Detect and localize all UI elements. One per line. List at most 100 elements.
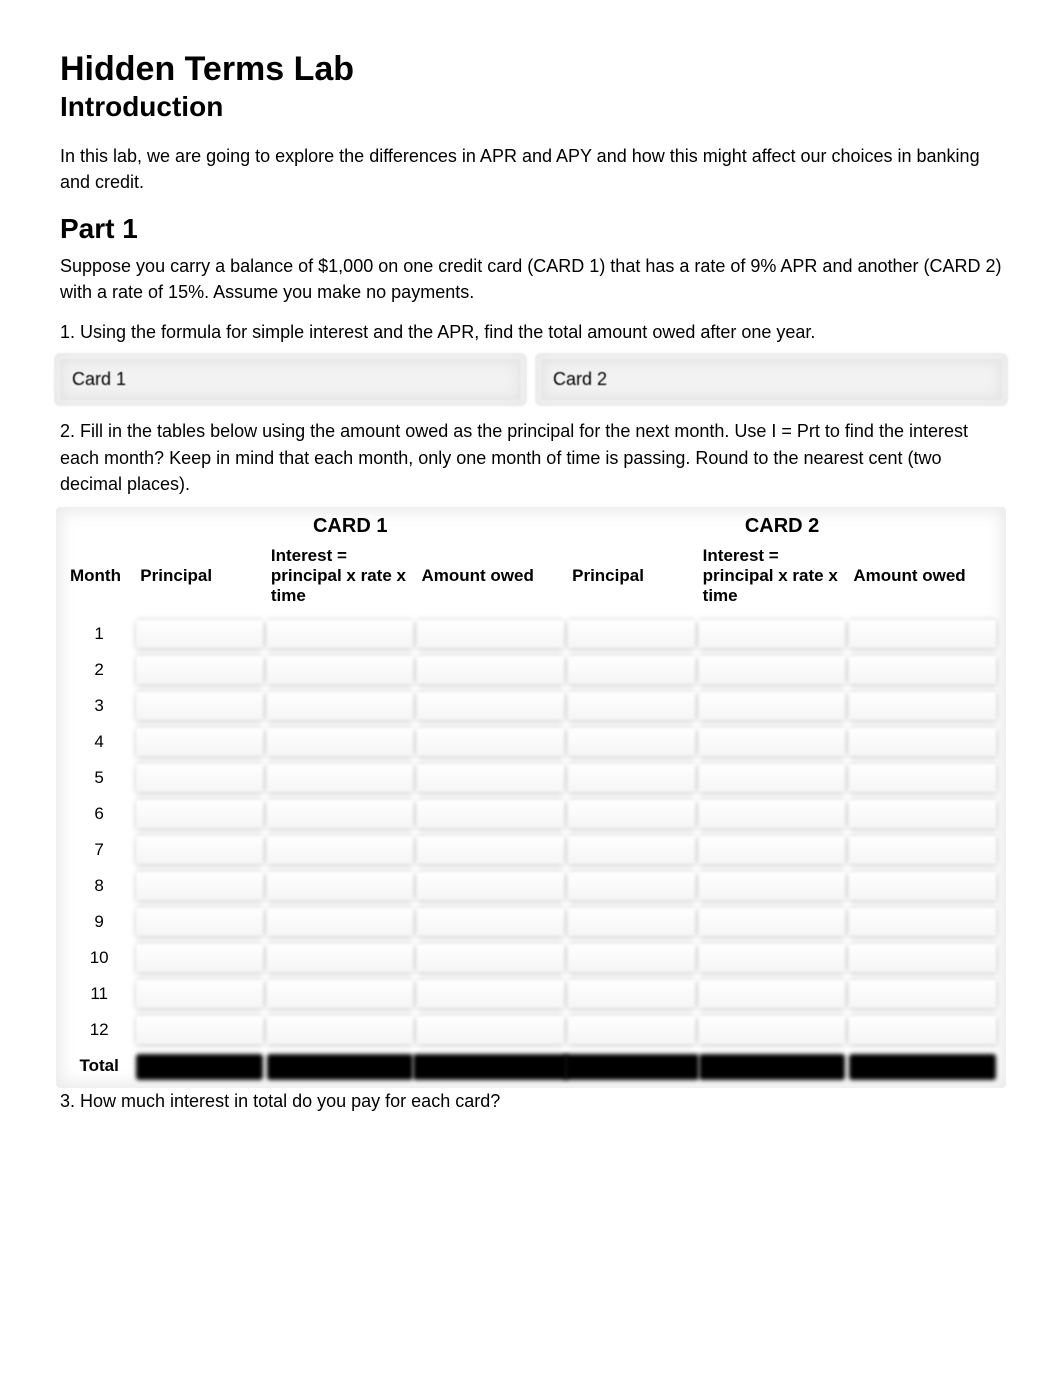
data-cell[interactable] bbox=[566, 940, 697, 976]
total-cell bbox=[134, 1048, 265, 1084]
month-cell: 7 bbox=[64, 832, 134, 868]
data-cell[interactable] bbox=[265, 940, 416, 976]
data-cell[interactable] bbox=[847, 904, 998, 940]
data-cell[interactable] bbox=[265, 868, 416, 904]
data-cell[interactable] bbox=[415, 724, 566, 760]
data-cell[interactable] bbox=[847, 832, 998, 868]
data-cell[interactable] bbox=[847, 976, 998, 1012]
table-row: 1 bbox=[64, 616, 998, 652]
data-cell[interactable] bbox=[697, 832, 848, 868]
data-cell[interactable] bbox=[697, 904, 848, 940]
data-cell[interactable] bbox=[566, 904, 697, 940]
data-cell[interactable] bbox=[415, 832, 566, 868]
data-cell[interactable] bbox=[415, 652, 566, 688]
data-cell[interactable] bbox=[265, 652, 416, 688]
card2-answer-field[interactable]: Card 2 bbox=[541, 359, 1002, 400]
interest-table: CARD 1 CARD 2 Month Principal Interest =… bbox=[64, 511, 998, 1084]
data-cell[interactable] bbox=[697, 688, 848, 724]
col-interest-2: Interest = principal x rate x time bbox=[697, 540, 848, 616]
total-row: Total bbox=[64, 1048, 998, 1084]
data-cell[interactable] bbox=[134, 616, 265, 652]
data-cell[interactable] bbox=[697, 724, 848, 760]
data-cell[interactable] bbox=[697, 1012, 848, 1048]
data-cell[interactable] bbox=[566, 976, 697, 1012]
data-cell[interactable] bbox=[847, 616, 998, 652]
month-cell: 4 bbox=[64, 724, 134, 760]
data-cell[interactable] bbox=[847, 1012, 998, 1048]
intro-paragraph: In this lab, we are going to explore the… bbox=[60, 143, 1002, 195]
data-cell[interactable] bbox=[265, 616, 416, 652]
data-cell[interactable] bbox=[566, 760, 697, 796]
table-row: 5 bbox=[64, 760, 998, 796]
data-cell[interactable] bbox=[265, 904, 416, 940]
data-cell[interactable] bbox=[697, 760, 848, 796]
month-cell: 5 bbox=[64, 760, 134, 796]
data-cell[interactable] bbox=[697, 976, 848, 1012]
month-cell: 12 bbox=[64, 1012, 134, 1048]
data-cell[interactable] bbox=[566, 1012, 697, 1048]
data-cell[interactable] bbox=[134, 1012, 265, 1048]
question-2: 2. Fill in the tables below using the am… bbox=[60, 418, 1002, 496]
data-cell[interactable] bbox=[134, 652, 265, 688]
data-cell[interactable] bbox=[847, 940, 998, 976]
month-cell: 10 bbox=[64, 940, 134, 976]
data-cell[interactable] bbox=[265, 688, 416, 724]
data-cell[interactable] bbox=[265, 724, 416, 760]
data-cell[interactable] bbox=[697, 868, 848, 904]
data-cell[interactable] bbox=[847, 724, 998, 760]
data-cell[interactable] bbox=[697, 652, 848, 688]
data-cell[interactable] bbox=[134, 868, 265, 904]
data-cell[interactable] bbox=[847, 868, 998, 904]
month-cell: 1 bbox=[64, 616, 134, 652]
group-card2: CARD 2 bbox=[566, 511, 998, 540]
data-cell[interactable] bbox=[265, 796, 416, 832]
data-cell[interactable] bbox=[415, 1012, 566, 1048]
data-cell[interactable] bbox=[415, 760, 566, 796]
data-cell[interactable] bbox=[134, 760, 265, 796]
data-cell[interactable] bbox=[847, 652, 998, 688]
data-cell[interactable] bbox=[134, 940, 265, 976]
data-cell[interactable] bbox=[566, 724, 697, 760]
month-cell: 6 bbox=[64, 796, 134, 832]
data-cell[interactable] bbox=[134, 832, 265, 868]
data-cell[interactable] bbox=[134, 724, 265, 760]
data-cell[interactable] bbox=[415, 688, 566, 724]
data-cell[interactable] bbox=[566, 868, 697, 904]
table-row: 8 bbox=[64, 868, 998, 904]
col-amount-2: Amount owed bbox=[847, 540, 998, 616]
total-cell bbox=[415, 1048, 566, 1084]
data-cell[interactable] bbox=[265, 760, 416, 796]
data-cell[interactable] bbox=[566, 832, 697, 868]
data-cell[interactable] bbox=[697, 796, 848, 832]
data-cell[interactable] bbox=[566, 796, 697, 832]
data-cell[interactable] bbox=[566, 652, 697, 688]
answer-row: Card 1 Card 2 bbox=[60, 359, 1002, 400]
data-cell[interactable] bbox=[134, 976, 265, 1012]
month-cell: 9 bbox=[64, 904, 134, 940]
data-cell[interactable] bbox=[415, 796, 566, 832]
data-cell[interactable] bbox=[847, 760, 998, 796]
col-amount-1: Amount owed bbox=[415, 540, 566, 616]
data-cell[interactable] bbox=[415, 904, 566, 940]
data-cell[interactable] bbox=[697, 940, 848, 976]
data-cell[interactable] bbox=[134, 796, 265, 832]
data-cell[interactable] bbox=[134, 688, 265, 724]
data-cell[interactable] bbox=[847, 796, 998, 832]
data-cell[interactable] bbox=[697, 616, 848, 652]
month-cell: 2 bbox=[64, 652, 134, 688]
interest-table-wrap: CARD 1 CARD 2 Month Principal Interest =… bbox=[60, 511, 1002, 1084]
data-cell[interactable] bbox=[265, 976, 416, 1012]
data-cell[interactable] bbox=[134, 904, 265, 940]
card1-answer-field[interactable]: Card 1 bbox=[60, 359, 521, 400]
total-cell bbox=[566, 1048, 697, 1084]
col-interest-1: Interest = principal x rate x time bbox=[265, 540, 416, 616]
data-cell[interactable] bbox=[265, 832, 416, 868]
data-cell[interactable] bbox=[566, 688, 697, 724]
data-cell[interactable] bbox=[566, 616, 697, 652]
data-cell[interactable] bbox=[415, 868, 566, 904]
data-cell[interactable] bbox=[415, 616, 566, 652]
data-cell[interactable] bbox=[265, 1012, 416, 1048]
data-cell[interactable] bbox=[847, 688, 998, 724]
data-cell[interactable] bbox=[415, 976, 566, 1012]
data-cell[interactable] bbox=[415, 940, 566, 976]
